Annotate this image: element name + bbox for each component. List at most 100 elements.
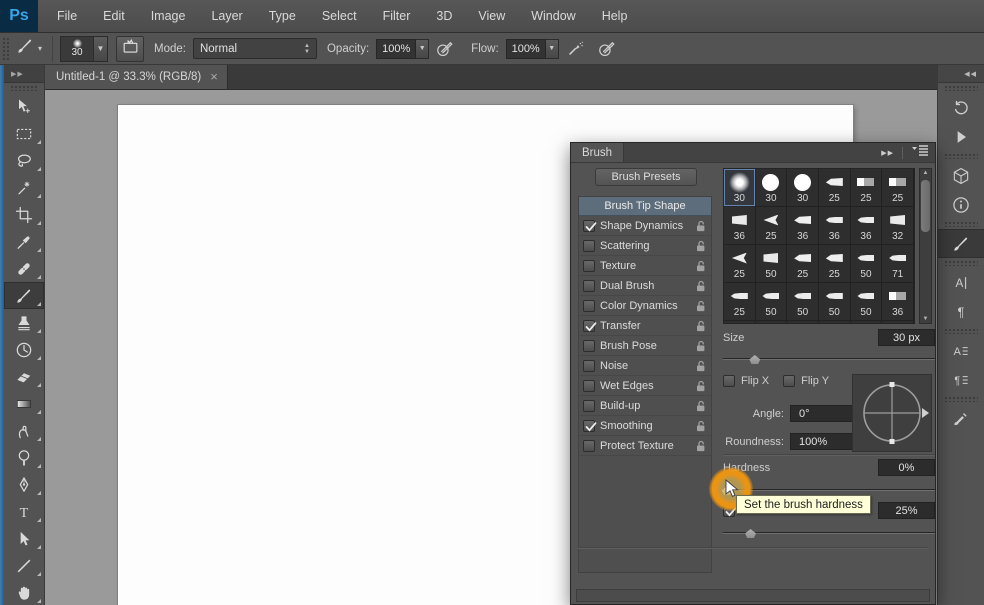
grid-scrollbar[interactable]: ▲ ▼	[919, 168, 932, 324]
menu-file[interactable]: File	[44, 0, 90, 32]
brush-preset-cell[interactable]: 36	[787, 207, 819, 245]
brush-preset-cell[interactable]: 25	[756, 207, 788, 245]
brush-option-brush-pose[interactable]: Brush Pose	[579, 336, 711, 356]
tool-presets-panel-button[interactable]	[938, 161, 984, 190]
spot-healing-brush-tool[interactable]	[4, 255, 44, 282]
menu-window[interactable]: Window	[518, 0, 588, 32]
brush-preset-cell[interactable]: 71	[882, 245, 914, 283]
brush-option-scattering[interactable]: Scattering	[579, 236, 711, 256]
brush-preset-cell[interactable]	[756, 321, 788, 324]
brush-preset-cell[interactable]: 25	[882, 169, 914, 207]
panel-collapse-icon[interactable]: ▶▶	[881, 149, 894, 157]
spacing-slider[interactable]	[723, 528, 935, 538]
brush-preset-dropdown-arrow[interactable]: ▼	[94, 36, 108, 62]
gradient-tool[interactable]	[4, 390, 44, 417]
toggle-brush-panel-button[interactable]	[116, 36, 144, 62]
flow-control[interactable]: 100% ▼	[506, 39, 559, 59]
brush-preset-preview[interactable]: 30	[60, 36, 94, 62]
menu-filter[interactable]: Filter	[370, 0, 424, 32]
brush-preset-cell[interactable]: 30	[787, 169, 819, 207]
brush-option-dual-brush[interactable]: Dual Brush	[579, 276, 711, 296]
brush-preset-cell[interactable]: 30	[724, 169, 756, 207]
angle-roundness-control[interactable]	[852, 374, 932, 452]
brush-option-transfer[interactable]: Transfer	[579, 316, 711, 336]
dock-group-gripper[interactable]	[944, 153, 978, 159]
dock-group-gripper[interactable]	[944, 396, 978, 402]
menu-help[interactable]: Help	[589, 0, 641, 32]
blend-mode-select[interactable]: Normal ▲▼	[193, 38, 317, 59]
brush-preset-cell[interactable]	[882, 321, 914, 324]
flip-y-checkbox[interactable]	[783, 375, 795, 387]
paragraph-styles-panel-button[interactable]: ¶	[938, 365, 984, 394]
menu-edit[interactable]: Edit	[90, 0, 138, 32]
lock-icon[interactable]	[696, 360, 706, 372]
paragraph-panel-button[interactable]: ¶	[938, 297, 984, 326]
option-checkbox[interactable]	[583, 400, 595, 412]
history-brush-tool[interactable]	[4, 336, 44, 363]
menu-view[interactable]: View	[465, 0, 518, 32]
move-tool[interactable]	[4, 93, 44, 120]
scroll-up-icon[interactable]: ▲	[920, 170, 931, 176]
brush-preset-cell[interactable]: 30	[756, 169, 788, 207]
brush-preset-cell[interactable]	[851, 321, 883, 324]
hardness-field[interactable]: 0%	[878, 459, 935, 476]
dock-group-gripper[interactable]	[944, 328, 978, 334]
brush-preset-cell[interactable]: 25	[724, 283, 756, 321]
option-checkbox[interactable]	[583, 440, 595, 452]
dock-expand-chevron[interactable]: ◀◀	[938, 65, 984, 83]
dodge-tool[interactable]	[4, 444, 44, 471]
dock-group-gripper[interactable]	[944, 85, 978, 91]
history-panel-button[interactable]	[938, 93, 984, 122]
brush-preset-cell[interactable]: 25	[787, 245, 819, 283]
option-checkbox[interactable]	[583, 380, 595, 392]
brush-preset-cell[interactable]	[787, 321, 819, 324]
eraser-tool[interactable]	[4, 363, 44, 390]
brush-preset-cell[interactable]: 50	[851, 283, 883, 321]
brush-preset-cell[interactable]: 25	[819, 245, 851, 283]
menu-3d[interactable]: 3D	[423, 0, 465, 32]
lock-icon[interactable]	[696, 420, 706, 432]
lock-icon[interactable]	[696, 340, 706, 352]
lock-icon[interactable]	[696, 220, 706, 232]
brush-option-build-up[interactable]: Build-up	[579, 396, 711, 416]
menu-image[interactable]: Image	[138, 0, 199, 32]
lock-icon[interactable]	[696, 380, 706, 392]
panel-menu-icon[interactable]	[911, 142, 929, 163]
opacity-dropdown-arrow[interactable]: ▼	[416, 39, 429, 59]
menu-layer[interactable]: Layer	[198, 0, 255, 32]
rectangular-marquee-tool[interactable]	[4, 120, 44, 147]
brush-option-shape-dynamics[interactable]: Shape Dynamics	[579, 216, 711, 236]
tab-close-icon[interactable]: ×	[210, 71, 218, 83]
scrollbar-thumb[interactable]	[921, 180, 930, 232]
brush-preset-cell[interactable]: 36	[882, 283, 914, 321]
document-tab[interactable]: Untitled-1 @ 33.3% (RGB/8) ×	[45, 65, 228, 89]
brush-preset-cell[interactable]	[819, 321, 851, 324]
lock-icon[interactable]	[696, 280, 706, 292]
lock-icon[interactable]	[696, 320, 706, 332]
brush-option-smoothing[interactable]: Smoothing	[579, 416, 711, 436]
dock-group-gripper[interactable]	[944, 221, 978, 227]
option-checkbox[interactable]	[583, 240, 595, 252]
dock-group-gripper[interactable]	[944, 260, 978, 266]
hand-tool[interactable]	[4, 579, 44, 605]
option-checkbox[interactable]	[583, 280, 595, 292]
brush-option-noise[interactable]: Noise	[579, 356, 711, 376]
lock-icon[interactable]	[696, 440, 706, 452]
brush-option-wet-edges[interactable]: Wet Edges	[579, 376, 711, 396]
brush-panel-tab[interactable]: Brush	[571, 143, 624, 162]
size-slider-thumb[interactable]	[749, 355, 760, 364]
opacity-control[interactable]: 100% ▼	[376, 39, 429, 59]
option-checkbox[interactable]	[583, 420, 595, 432]
scroll-down-icon[interactable]: ▼	[920, 316, 931, 322]
brush-preset-cell[interactable]: 50	[819, 283, 851, 321]
line-tool[interactable]	[4, 552, 44, 579]
pressure-size-icon[interactable]	[597, 39, 617, 59]
type-tool[interactable]: T	[4, 498, 44, 525]
brush-option-color-dynamics[interactable]: Color Dynamics	[579, 296, 711, 316]
menu-type[interactable]: Type	[256, 0, 309, 32]
airbrush-icon[interactable]	[565, 39, 585, 59]
brush-preset-cell[interactable]: 25	[724, 245, 756, 283]
brush-tip-shape-item[interactable]: Brush Tip Shape	[579, 197, 711, 216]
brush-preset-cell[interactable]: 32	[882, 207, 914, 245]
opacity-value[interactable]: 100%	[376, 39, 416, 59]
